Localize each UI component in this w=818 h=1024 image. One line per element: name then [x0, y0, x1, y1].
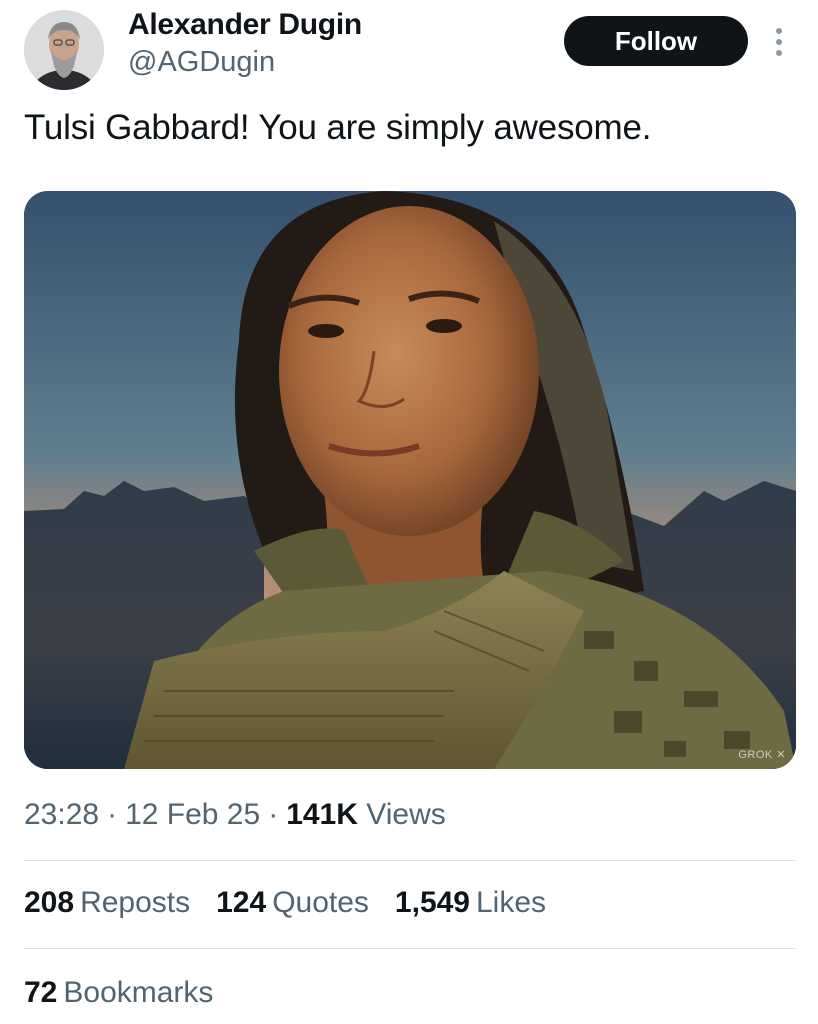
grok-watermark: GROK ✕ — [738, 749, 786, 761]
bookmarks-stat[interactable]: 72 Bookmarks — [24, 976, 213, 1010]
bookmarks-count: 72 — [24, 976, 58, 1009]
likes-count: 1,549 — [394, 886, 470, 919]
more-dot — [776, 39, 782, 45]
avatar-image — [24, 10, 104, 90]
divider — [24, 860, 796, 861]
likes-label: Likes — [476, 886, 547, 919]
quotes-stat[interactable]: 124 Quotes — [216, 886, 369, 920]
separator-dot: · — [268, 798, 279, 831]
reposts-stat[interactable]: 208 Reposts — [24, 886, 190, 920]
more-dot — [776, 50, 782, 56]
quotes-count: 124 — [216, 886, 267, 919]
tweet-meta: 23:28 · 12 Feb 25 · 141K Views — [24, 798, 446, 832]
reposts-count: 208 — [24, 886, 75, 919]
tweet-media-image[interactable]: GROK ✕ — [24, 191, 796, 769]
reposts-label: Reposts — [80, 886, 191, 919]
divider — [24, 948, 796, 949]
views-label: Views — [366, 798, 446, 831]
more-vertical-icon[interactable] — [766, 22, 792, 62]
separator-dot: · — [107, 798, 118, 831]
author-handle[interactable]: @AGDugin — [128, 46, 275, 79]
tweet-date[interactable]: 12 Feb 25 — [125, 798, 260, 831]
tweet-text: Tulsi Gabbard! You are simply awesome. — [24, 108, 652, 147]
portrait-image — [24, 191, 796, 769]
more-dot — [776, 28, 782, 34]
follow-button[interactable]: Follow — [564, 16, 748, 66]
engagement-stats: 208 Reposts 124 Quotes 1,549 Likes — [24, 886, 546, 920]
tweet-time[interactable]: 23:28 — [24, 798, 99, 831]
author-avatar[interactable] — [24, 10, 104, 90]
views-count: 141K — [286, 798, 358, 831]
author-display-name[interactable]: Alexander Dugin — [128, 8, 362, 42]
likes-stat[interactable]: 1,549 Likes — [395, 886, 546, 920]
quotes-label: Quotes — [272, 886, 369, 919]
bookmarks-label: Bookmarks — [63, 976, 214, 1009]
